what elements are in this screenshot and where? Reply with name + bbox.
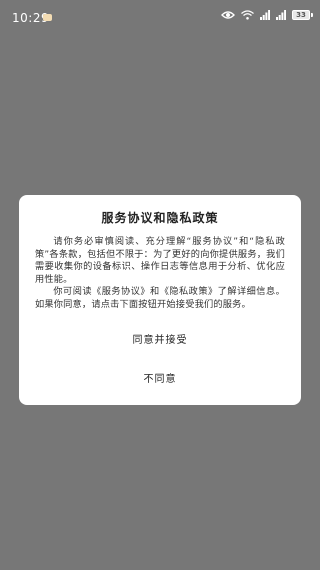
decline-button[interactable]: 不同意 — [124, 366, 197, 389]
dialog-title: 服务协议和隐私政策 — [101, 211, 219, 225]
dialog-body: 请你务必审慎阅读、充分理解“服务协议”和“隐私政策”各条款，包括但不限于：为了更… — [35, 236, 285, 311]
status-bar: 10:29 33 — [0, 0, 320, 34]
agree-button[interactable]: 同意并接受 — [113, 325, 208, 352]
privacy-dialog: 服务协议和隐私政策 请你务必审慎阅读、充分理解“服务协议”和“隐私政策”各条款，… — [19, 195, 301, 405]
eye-icon — [221, 10, 235, 20]
privacy-policy-link[interactable]: 《隐私政策》 — [160, 286, 218, 297]
para2-prefix: 你可阅读 — [53, 286, 93, 297]
notification-icon — [43, 14, 52, 21]
service-agreement-link[interactable]: 《服务协议》 — [92, 286, 150, 297]
wifi-icon — [241, 10, 254, 20]
dialog-paragraph-1: 请你务必审慎阅读、充分理解“服务协议”和“隐私政策”各条款，包括但不限于：为了更… — [35, 236, 285, 285]
battery-icon: 33 — [292, 10, 313, 20]
status-icons: 33 — [221, 10, 313, 20]
para2-and: 和 — [150, 286, 160, 297]
signal-icon — [260, 10, 270, 20]
signal-icon — [276, 10, 286, 20]
dialog-paragraph-2: 你可阅读《服务协议》和《隐私政策》了解详细信息。如果你同意，请点击下面按钮开始接… — [35, 286, 285, 311]
